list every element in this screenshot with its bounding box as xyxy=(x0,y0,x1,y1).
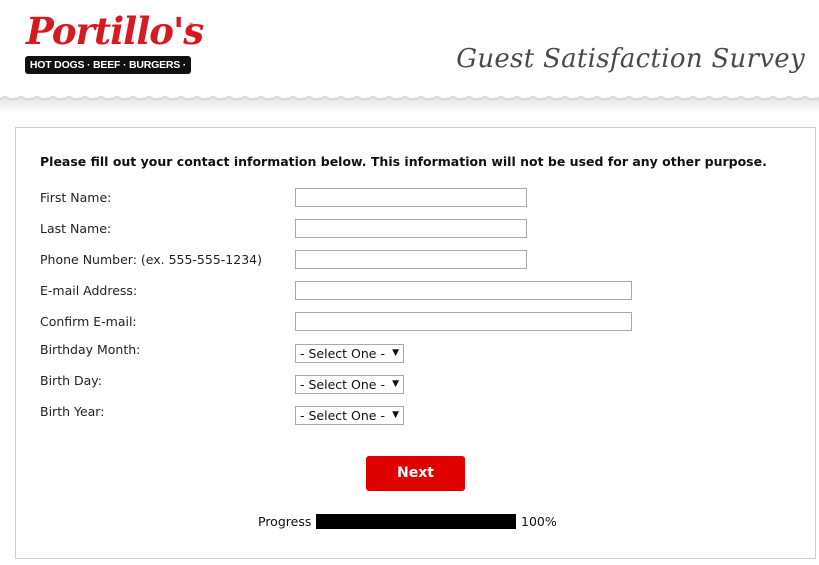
progress-bar xyxy=(316,514,516,529)
confirm-email-label: Confirm E-mail: xyxy=(40,314,137,329)
birthday-month-value: - Select One - xyxy=(300,346,385,361)
form-intro: Please fill out your contact information… xyxy=(40,154,767,169)
birthday-month-label: Birthday Month: xyxy=(40,342,141,357)
phone-label: Phone Number: (ex. 555-555-1234) xyxy=(40,252,262,267)
email-input[interactable] xyxy=(295,281,632,300)
birth-day-row: Birth Day: - Select One - ▼ xyxy=(40,371,800,394)
registered-mark: ® xyxy=(188,22,194,29)
phone-row: Phone Number: (ex. 555-555-1234) xyxy=(40,250,800,272)
confirm-email-input[interactable] xyxy=(295,312,632,331)
contact-form-card: Please fill out your contact information… xyxy=(15,127,816,559)
progress-bar-fill xyxy=(316,514,516,529)
wavy-divider xyxy=(0,92,819,112)
first-name-input[interactable] xyxy=(295,188,527,207)
birth-year-select[interactable]: - Select One - ▼ xyxy=(295,406,404,425)
birth-day-value: - Select One - xyxy=(300,377,385,392)
first-name-label: First Name: xyxy=(40,190,112,205)
logo-tagline: HOT DOGS · BEEF · BURGERS · SALADS xyxy=(25,56,191,89)
email-label: E-mail Address: xyxy=(40,283,138,298)
progress-label: Progress xyxy=(258,514,312,529)
site-header: Portillo's ® HOT DOGS · BEEF · BURGERS ·… xyxy=(0,0,819,100)
birth-day-select[interactable]: - Select One - ▼ xyxy=(295,375,404,394)
birth-year-value: - Select One - xyxy=(300,408,385,423)
survey-title: Guest Satisfaction Survey xyxy=(456,44,805,74)
confirm-email-row: Confirm E-mail: xyxy=(40,312,800,334)
birth-day-label: Birth Day: xyxy=(40,373,102,388)
birth-year-row: Birth Year: - Select One - ▼ xyxy=(40,402,800,425)
last-name-row: Last Name: xyxy=(40,219,800,241)
birthday-month-select[interactable]: - Select One - ▼ xyxy=(295,344,404,363)
dropdown-arrow-icon: ▼ xyxy=(392,410,399,420)
last-name-input[interactable] xyxy=(295,219,527,238)
next-button[interactable]: Next xyxy=(366,456,465,491)
birthday-month-row: Birthday Month: - Select One - ▼ xyxy=(40,340,800,363)
birth-year-label: Birth Year: xyxy=(40,404,105,419)
first-name-row: First Name: xyxy=(40,188,800,210)
email-row: E-mail Address: xyxy=(40,281,800,303)
dropdown-arrow-icon: ▼ xyxy=(392,348,399,358)
last-name-label: Last Name: xyxy=(40,221,112,236)
progress-percent: 100% xyxy=(521,514,557,529)
portillos-logo: Portillo's ® HOT DOGS · BEEF · BURGERS ·… xyxy=(24,9,204,89)
logo-wordmark: Portillo's xyxy=(26,9,204,53)
dropdown-arrow-icon: ▼ xyxy=(392,379,399,389)
phone-input[interactable] xyxy=(295,250,527,269)
